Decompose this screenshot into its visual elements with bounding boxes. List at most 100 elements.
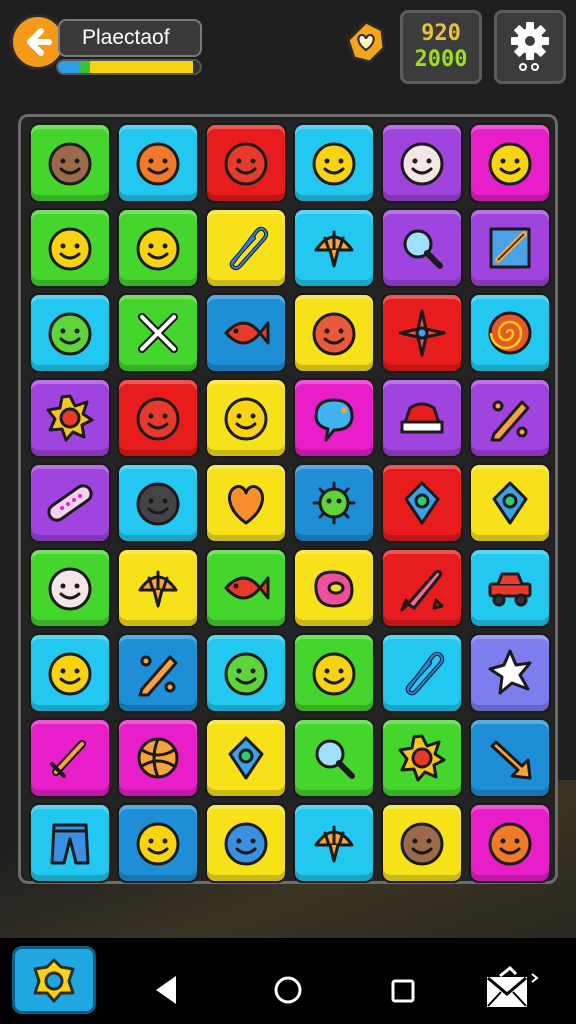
level-progress-bar [56, 59, 202, 75]
heart-icon [227, 485, 265, 525]
board-tile[interactable] [469, 293, 551, 373]
board-tile[interactable] [205, 803, 287, 883]
mail-icon[interactable] [484, 966, 544, 1010]
power-up-button[interactable] [12, 946, 96, 1014]
magnifier-icon [403, 229, 443, 269]
face-icon [488, 822, 532, 866]
board-tile[interactable] [381, 633, 463, 713]
board-tile[interactable] [29, 633, 111, 713]
board-tile[interactable] [469, 633, 551, 713]
board-tile[interactable] [381, 378, 463, 458]
board-tile[interactable] [29, 548, 111, 628]
board-tile[interactable] [29, 293, 111, 373]
board-tile[interactable] [293, 633, 375, 713]
board-tile[interactable] [117, 463, 199, 543]
sun-icon [46, 394, 94, 442]
board-tile[interactable] [469, 718, 551, 798]
face-icon [136, 822, 180, 866]
face-icon [136, 482, 180, 526]
player-name: Plaectaof [82, 26, 170, 49]
fish-icon [224, 576, 270, 600]
board-tile[interactable] [381, 548, 463, 628]
face-icon [136, 142, 180, 186]
board-tile[interactable] [117, 548, 199, 628]
board-tile[interactable] [205, 293, 287, 373]
board-tile[interactable] [469, 463, 551, 543]
gem-icon [404, 481, 440, 525]
shell-icon [138, 570, 178, 608]
board-tile[interactable] [205, 463, 287, 543]
board-tile[interactable] [117, 378, 199, 458]
board-tile[interactable] [117, 633, 199, 713]
board-tile[interactable] [469, 123, 551, 203]
pencil-icon [138, 655, 178, 697]
board-tile[interactable] [29, 208, 111, 288]
board-tile[interactable] [205, 123, 287, 203]
gem-icon [492, 481, 528, 525]
board-tile[interactable] [29, 123, 111, 203]
bug-icon [312, 481, 356, 525]
board-tile[interactable] [293, 293, 375, 373]
board-tile[interactable] [381, 293, 463, 373]
board-tile[interactable] [117, 803, 199, 883]
board-tile[interactable] [293, 123, 375, 203]
speech-bubble-icon [314, 398, 354, 442]
board-tile[interactable] [293, 803, 375, 883]
sun-icon [398, 734, 446, 782]
board-tile[interactable] [29, 378, 111, 458]
arrow-left-icon [27, 28, 52, 56]
board-tile[interactable] [293, 208, 375, 288]
board-tile[interactable] [293, 378, 375, 458]
rocket-icon [400, 570, 444, 612]
board-tile[interactable] [469, 208, 551, 288]
settings-button[interactable] [494, 10, 566, 84]
board-tile[interactable] [381, 463, 463, 543]
board-tile[interactable] [381, 123, 463, 203]
board-tile[interactable] [29, 463, 111, 543]
gem-icon [228, 736, 264, 780]
board-tile[interactable] [117, 718, 199, 798]
board-tile[interactable] [205, 208, 287, 288]
nav-home-icon[interactable] [272, 974, 304, 1006]
spiral-icon [488, 311, 532, 355]
face-icon [48, 567, 92, 611]
progress-fill [58, 61, 193, 73]
bandage-icon [47, 484, 93, 522]
face-icon [136, 227, 180, 271]
board-tile[interactable] [469, 378, 551, 458]
score-panel: 920 2000 [400, 10, 482, 84]
fish-icon [224, 321, 270, 345]
board-tile[interactable] [117, 293, 199, 373]
board-tile[interactable] [117, 208, 199, 288]
board-tile[interactable] [205, 718, 287, 798]
board-tile[interactable] [381, 718, 463, 798]
board-tile[interactable] [469, 548, 551, 628]
heart-badge-icon[interactable] [344, 20, 388, 64]
board-tile[interactable] [205, 378, 287, 458]
board-tile[interactable] [29, 803, 111, 883]
magnifier-icon [315, 739, 355, 779]
face-icon [136, 397, 180, 441]
nav-recents-icon[interactable] [390, 978, 416, 1004]
face-icon [488, 142, 532, 186]
gear-icon [511, 22, 549, 71]
board-tile[interactable] [205, 633, 287, 713]
nav-back-icon[interactable] [152, 974, 180, 1006]
board-tile[interactable] [117, 123, 199, 203]
board-tile[interactable] [293, 548, 375, 628]
board-tile[interactable] [381, 208, 463, 288]
board-tile[interactable] [469, 803, 551, 883]
board-tile[interactable] [293, 463, 375, 543]
sword-icon [50, 740, 86, 778]
power-gem-icon [33, 958, 75, 1003]
pencil-icon [490, 400, 530, 442]
board-tile[interactable] [205, 548, 287, 628]
target-score: 2000 [414, 47, 468, 72]
face-icon [224, 652, 268, 696]
frame-icon [489, 227, 531, 269]
board-tile[interactable] [381, 803, 463, 883]
pants-icon [50, 823, 90, 865]
board-tile[interactable] [293, 718, 375, 798]
blob-icon [314, 570, 354, 608]
board-tile[interactable] [29, 718, 111, 798]
